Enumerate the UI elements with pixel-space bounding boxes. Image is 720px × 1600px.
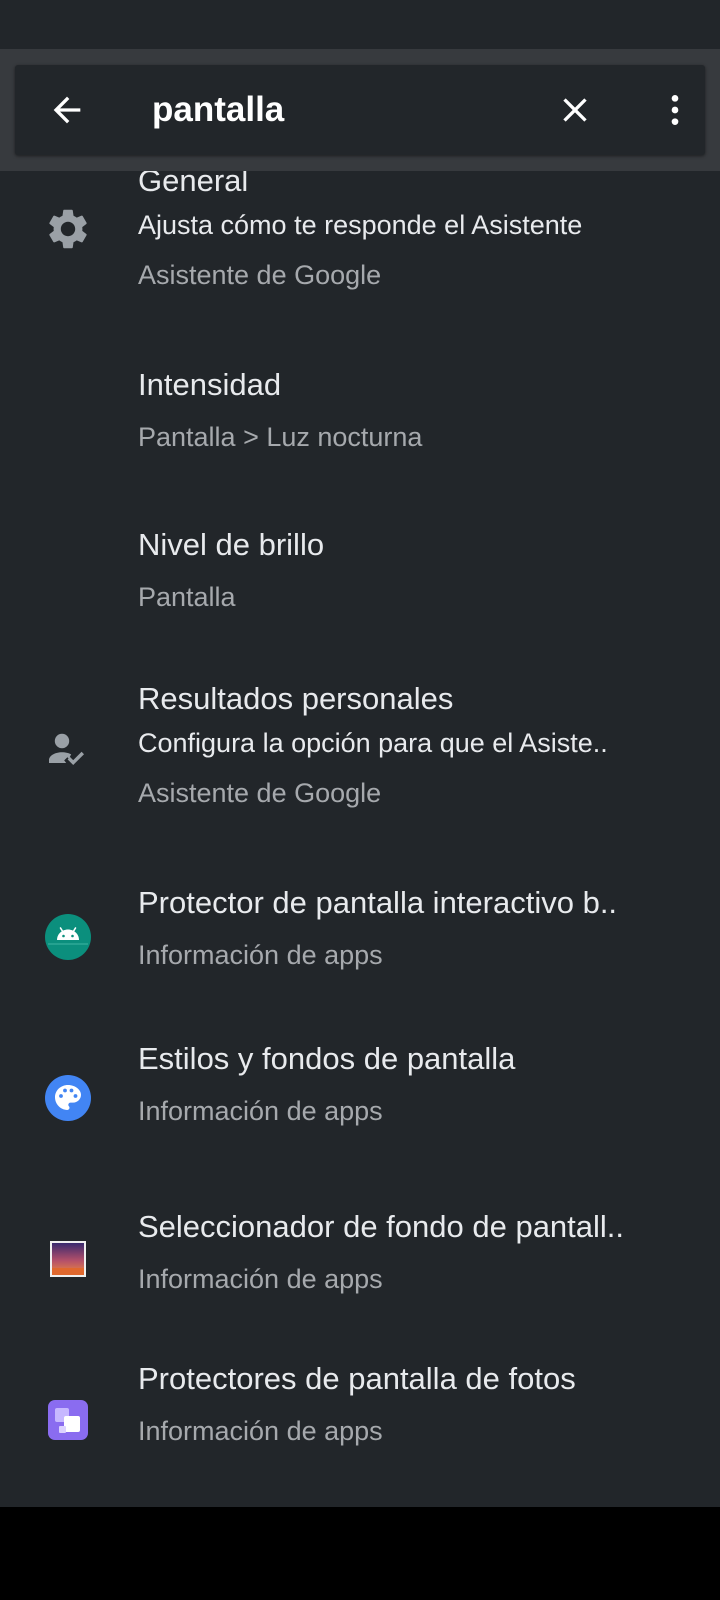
status-bar (0, 0, 720, 49)
settings-search-screen: pantalla General Ajusta cómo te responde… (0, 0, 720, 1600)
result-title: Protector de pantalla interactivo b.. (138, 885, 618, 920)
result-general[interactable]: General Ajusta cómo te responde el Asist… (0, 171, 720, 311)
result-breadcrumb: Asistente de Google (138, 778, 382, 808)
back-button[interactable] (47, 90, 87, 130)
result-protector-interactivo[interactable]: Protector de pantalla interactivo b.. In… (0, 879, 720, 989)
result-protectores-fotos[interactable]: Protectores de pantalla de fotos Informa… (0, 1359, 720, 1469)
result-title: Protectores de pantalla de fotos (138, 1361, 576, 1396)
result-title: Resultados personales (138, 681, 454, 716)
result-intensidad[interactable]: Intensidad Pantalla > Luz nocturna (0, 357, 720, 467)
result-seleccionador-fondo[interactable]: Seleccionador de fondo de pantall.. Info… (0, 1199, 720, 1309)
search-input[interactable]: pantalla (152, 87, 532, 133)
wallpaper-picker-icon (44, 1235, 92, 1283)
result-title: Seleccionador de fondo de pantall.. (138, 1209, 625, 1244)
person-check-icon (44, 725, 92, 773)
result-resultados-personales[interactable]: Resultados personales Configura la opció… (0, 679, 720, 829)
more-options-button[interactable] (655, 90, 695, 130)
result-breadcrumb: Pantalla (138, 582, 236, 612)
result-breadcrumb: Información de apps (138, 1096, 383, 1126)
navigation-bar-area (0, 1507, 720, 1600)
result-breadcrumb: Asistente de Google (138, 260, 382, 290)
close-icon (563, 98, 587, 122)
result-summary: Configura la opción para que el Asiste.. (138, 728, 608, 758)
palette-app-icon (44, 1074, 92, 1122)
result-breadcrumb: Información de apps (138, 940, 383, 970)
result-title: Estilos y fondos de pantalla (138, 1041, 516, 1076)
arrow-back-icon (53, 96, 81, 124)
result-summary: Ajusta cómo te responde el Asistente (138, 210, 583, 240)
result-breadcrumb: Información de apps (138, 1416, 383, 1446)
search-bar: pantalla (15, 65, 705, 155)
result-title: General (138, 171, 249, 198)
search-toolbar: pantalla (0, 49, 720, 171)
result-title: Intensidad (138, 367, 282, 402)
result-estilos-y-fondos[interactable]: Estilos y fondos de pantalla Información… (0, 1039, 720, 1149)
result-nivel-de-brillo[interactable]: Nivel de brillo Pantalla (0, 519, 720, 629)
android-app-icon (44, 913, 92, 961)
photo-screensaver-icon (44, 1396, 92, 1444)
result-breadcrumb: Pantalla > Luz nocturna (138, 422, 423, 452)
result-title: Nivel de brillo (138, 527, 325, 562)
gear-icon (44, 205, 92, 253)
clear-search-button[interactable] (555, 90, 595, 130)
more-vert-icon (671, 95, 679, 125)
result-breadcrumb: Información de apps (138, 1264, 383, 1294)
search-results-list: General Ajusta cómo te responde el Asist… (0, 171, 720, 1507)
